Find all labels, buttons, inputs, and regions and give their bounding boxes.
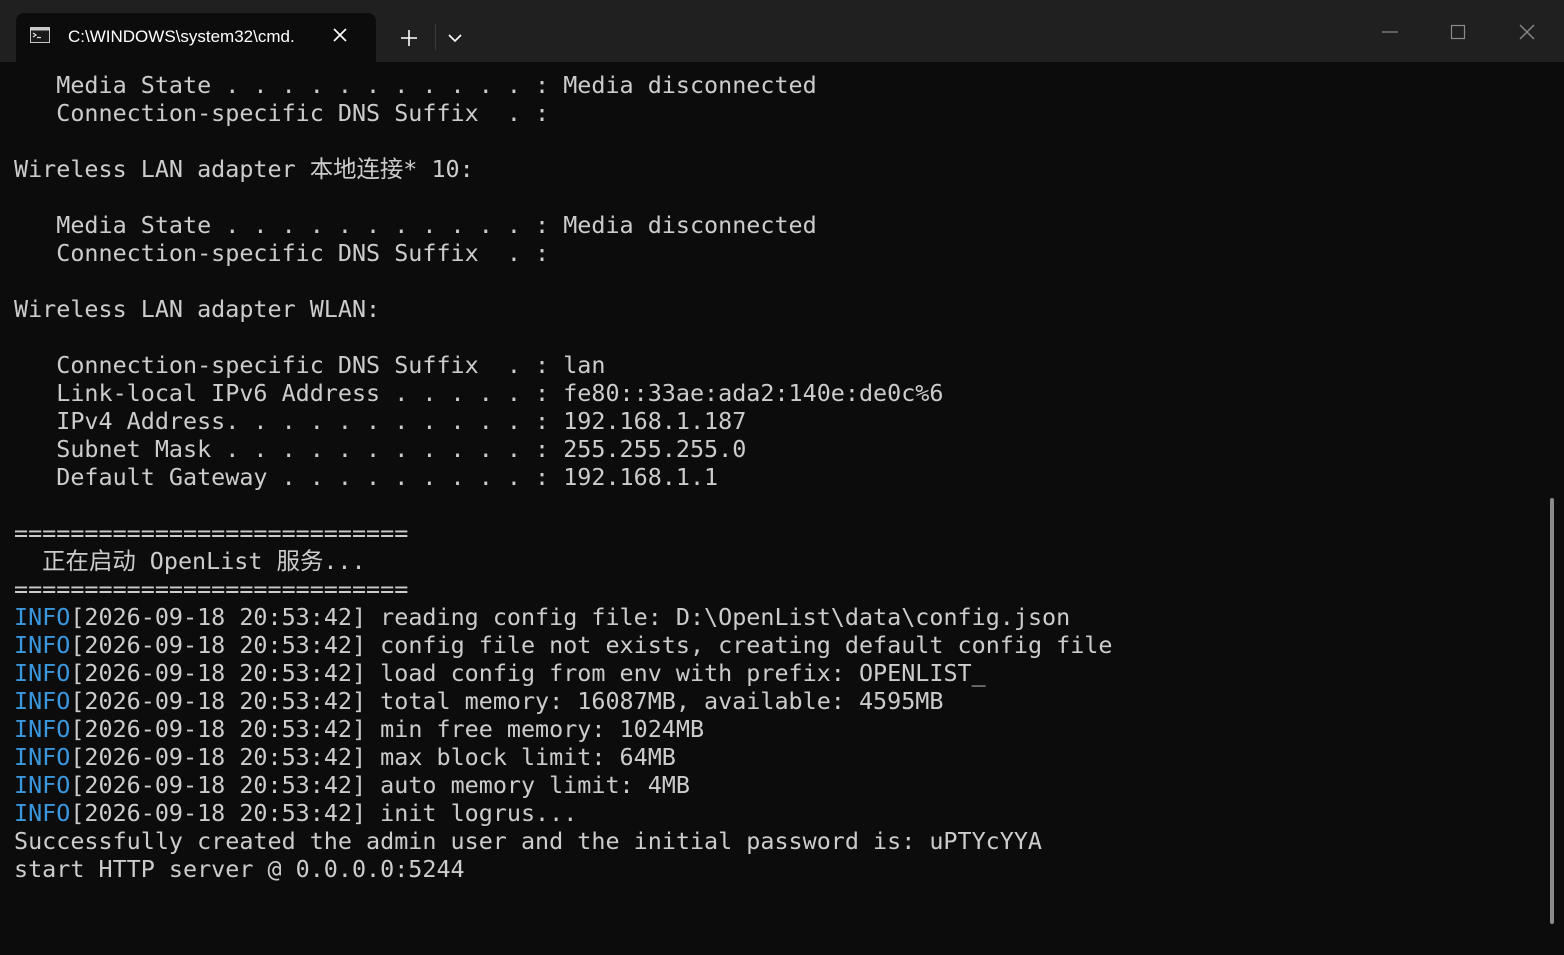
- terminal-window: C:\WINDOWS\system32\cmd. Media State . .…: [0, 0, 1564, 955]
- line-text: [2026-09-18 20:53:42] init logrus...: [70, 799, 578, 827]
- log-line: INFO[2026-09-18 20:53:42] config file no…: [14, 631, 1548, 659]
- line-text: 正在启动 OpenList 服务...: [14, 547, 366, 575]
- output-line: Subnet Mask . . . . . . . . . . . : 255.…: [14, 435, 1548, 463]
- output-line: Wireless LAN adapter 本地连接* 10:: [14, 155, 1548, 183]
- log-line: INFO[2026-09-18 20:53:42] init logrus...: [14, 799, 1548, 827]
- line-text: Media State . . . . . . . . . . . : Medi…: [14, 71, 817, 99]
- maximize-icon[interactable]: [1444, 18, 1472, 46]
- output-line: Default Gateway . . . . . . . . . : 192.…: [14, 463, 1548, 491]
- log-level-tag: INFO: [14, 715, 71, 743]
- terminal-icon: [30, 27, 50, 43]
- line-text: [2026-09-18 20:53:42] load config from e…: [70, 659, 986, 687]
- line-text: IPv4 Address. . . . . . . . . . . : 192.…: [14, 407, 747, 435]
- log-line: INFO[2026-09-18 20:53:42] min free memor…: [14, 715, 1548, 743]
- output-line: 正在启动 OpenList 服务...: [14, 547, 1548, 575]
- line-text: Subnet Mask . . . . . . . . . . . : 255.…: [14, 435, 747, 463]
- log-level-tag: INFO: [14, 687, 71, 715]
- log-line: INFO[2026-09-18 20:53:42] max block limi…: [14, 743, 1548, 771]
- line-text: Wireless LAN adapter 本地连接* 10:: [14, 155, 474, 183]
- line-text: [2026-09-18 20:53:42] reading config fil…: [70, 603, 1071, 631]
- line-text: Link-local IPv6 Address . . . . . : fe80…: [14, 379, 944, 407]
- line-text: Media State . . . . . . . . . . . : Medi…: [14, 211, 817, 239]
- output-line: Successfully created the admin user and …: [14, 827, 1548, 855]
- log-level-tag: INFO: [14, 743, 71, 771]
- line-text: Connection-specific DNS Suffix . : lan: [14, 351, 606, 379]
- output-line: Wireless LAN adapter WLAN:: [14, 295, 1548, 323]
- plus-icon[interactable]: [396, 25, 422, 51]
- log-level-tag: INFO: [14, 799, 71, 827]
- line-text: [2026-09-18 20:53:42] min free memory: 1…: [70, 715, 705, 743]
- output-line: IPv4 Address. . . . . . . . . . . : 192.…: [14, 407, 1548, 435]
- log-line: INFO[2026-09-18 20:53:42] load config fr…: [14, 659, 1548, 687]
- line-text: Wireless LAN adapter WLAN:: [14, 295, 381, 323]
- scrollbar-thumb[interactable]: [1550, 498, 1554, 924]
- tab-cmd[interactable]: C:\WINDOWS\system32\cmd.: [16, 13, 376, 62]
- output-line: Connection-specific DNS Suffix . :: [14, 99, 1548, 127]
- title-bar[interactable]: C:\WINDOWS\system32\cmd.: [0, 0, 1564, 62]
- tab-title: C:\WINDOWS\system32\cmd.: [68, 27, 295, 46]
- log-level-tag: INFO: [14, 659, 71, 687]
- line-text: ============================: [14, 519, 409, 547]
- output-line: ============================: [14, 575, 1548, 603]
- line-text: Connection-specific DNS Suffix . :: [14, 99, 550, 127]
- line-text: Default Gateway . . . . . . . . . : 192.…: [14, 463, 719, 491]
- line-text: ============================: [14, 575, 409, 603]
- log-level-tag: INFO: [14, 603, 71, 631]
- line-text: [2026-09-18 20:53:42] auto memory limit:…: [70, 771, 690, 799]
- line-text: Successfully created the admin user and …: [14, 827, 1043, 855]
- log-level-tag: INFO: [14, 631, 71, 659]
- output-line: ============================: [14, 519, 1548, 547]
- tab-divider: [435, 24, 436, 50]
- output-line: Link-local IPv6 Address . . . . . : fe80…: [14, 379, 1548, 407]
- line-text: [2026-09-18 20:53:42] config file not ex…: [70, 631, 1113, 659]
- close-icon[interactable]: [1513, 18, 1541, 46]
- log-line: INFO[2026-09-18 20:53:42] auto memory li…: [14, 771, 1548, 799]
- output-line: start HTTP server @ 0.0.0.0:5244: [14, 855, 1548, 883]
- close-icon[interactable]: [332, 27, 348, 43]
- line-text: [2026-09-18 20:53:42] max block limit: 6…: [70, 743, 676, 771]
- output-line: Connection-specific DNS Suffix . :: [14, 239, 1548, 267]
- minimize-icon[interactable]: [1376, 18, 1404, 46]
- log-line: INFO[2026-09-18 20:53:42] reading config…: [14, 603, 1548, 631]
- terminal-output[interactable]: Media State . . . . . . . . . . . : Medi…: [0, 62, 1548, 955]
- output-line: Media State . . . . . . . . . . . : Medi…: [14, 211, 1548, 239]
- chevron-down-icon[interactable]: [444, 27, 466, 49]
- log-line: INFO[2026-09-18 20:53:42] total memory: …: [14, 687, 1548, 715]
- line-text: Connection-specific DNS Suffix . :: [14, 239, 550, 267]
- output-line: Media State . . . . . . . . . . . : Medi…: [14, 71, 1548, 99]
- line-text: [2026-09-18 20:53:42] total memory: 1608…: [70, 687, 944, 715]
- line-text: start HTTP server @ 0.0.0.0:5244: [14, 855, 465, 883]
- log-level-tag: INFO: [14, 771, 71, 799]
- output-line: Connection-specific DNS Suffix . : lan: [14, 351, 1548, 379]
